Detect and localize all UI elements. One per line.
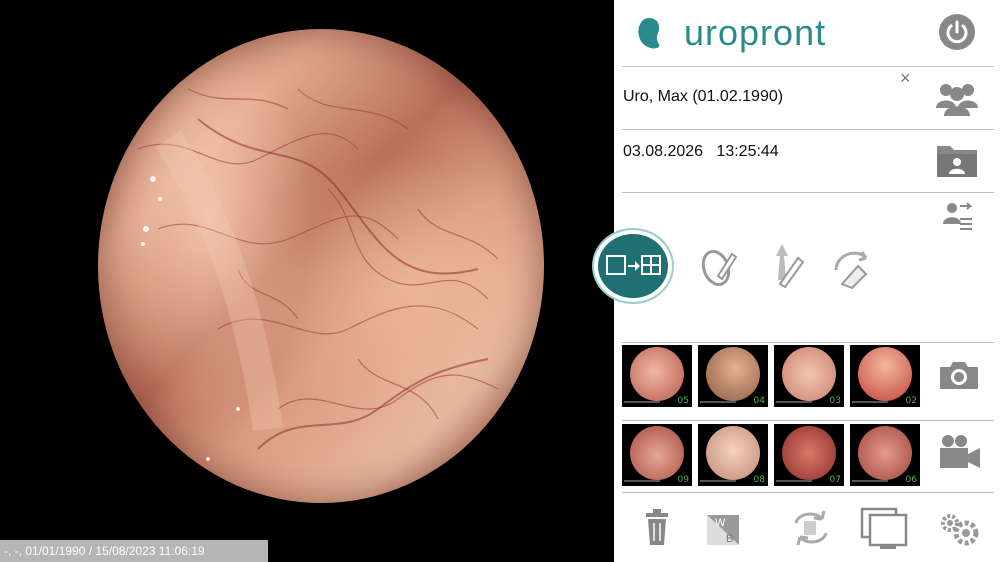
divider — [622, 66, 994, 67]
thumbnail-number: 07 — [829, 475, 841, 485]
layout-switch-button[interactable] — [594, 230, 672, 302]
layout-switch-icon — [606, 255, 661, 275]
close-patient-button[interactable]: × — [900, 68, 911, 89]
patient-folder-icon[interactable] — [934, 140, 980, 180]
image-thumbnail[interactable]: 05 — [622, 345, 692, 407]
divider — [622, 129, 994, 130]
thumbnail-number: 08 — [753, 475, 765, 485]
video-camera-icon[interactable] — [936, 432, 982, 472]
divider — [622, 342, 994, 343]
thumbnail-number: 09 — [677, 475, 689, 485]
white-balance-b: B — [726, 533, 733, 545]
thumbnail-number: 03 — [829, 396, 841, 406]
image-thumbnail[interactable]: 03 — [774, 345, 844, 407]
annotate-icon[interactable] — [694, 240, 744, 290]
divider — [622, 492, 994, 493]
trash-icon[interactable] — [644, 505, 670, 551]
camera-icon[interactable] — [936, 355, 982, 395]
white-balance-button[interactable]: W B — [706, 505, 740, 551]
settings-icon[interactable] — [936, 505, 982, 551]
video-thumbnail[interactable]: 08 — [698, 424, 768, 486]
thumbnail-number: 05 — [677, 396, 689, 406]
thumbnail-number: 06 — [905, 475, 917, 485]
divider — [622, 420, 994, 421]
user-transfer-icon[interactable] — [942, 200, 974, 234]
vessel-pattern — [137, 88, 499, 461]
image-thumbnail[interactable]: 02 — [850, 345, 920, 407]
recording-status-bar: -, -, 01/01/1990 / 15/08/2023 11:06:19 — [0, 540, 268, 562]
video-thumbnail[interactable]: 09 — [622, 424, 692, 486]
arrow-pencil-icon[interactable] — [762, 240, 812, 290]
eraser-icon[interactable] — [828, 240, 878, 290]
divider — [622, 192, 994, 193]
white-balance-w: W — [715, 517, 726, 529]
power-icon[interactable] — [939, 14, 975, 50]
screens-icon[interactable] — [860, 505, 910, 551]
video-thumbnail-row: 09 08 07 06 — [622, 424, 922, 486]
endoscope-image — [98, 29, 544, 503]
image-thumbnail-row: 05 04 03 02 — [622, 345, 922, 407]
kidney-logo-icon — [638, 18, 660, 49]
logo-text: uropront — [684, 12, 827, 53]
app-window: -, -, 01/01/1990 / 15/08/2023 11:06:19 u… — [0, 0, 1000, 562]
thumbnail-number: 02 — [905, 396, 917, 406]
video-thumbnail[interactable]: 06 — [850, 424, 920, 486]
swap-icon[interactable] — [788, 505, 834, 551]
live-video-view[interactable]: -, -, 01/01/1990 / 15/08/2023 11:06:19 — [0, 0, 614, 562]
patients-icon[interactable] — [934, 78, 980, 118]
patient-name: Uro, Max (01.02.1990) — [623, 88, 784, 105]
session-datetime: 03.08.2026 13:25:44 — [623, 143, 779, 161]
thumbnail-number: 04 — [753, 396, 765, 406]
control-panel: uropront × Uro, Max (01.02.1990) 03.08.2… — [594, 0, 1000, 562]
header: uropront — [614, 0, 1000, 66]
session-date: 03.08.2026 — [623, 143, 704, 160]
video-thumbnail[interactable]: 07 — [774, 424, 844, 486]
white-balance-icon: W B — [707, 515, 739, 545]
session-time: 13:25:44 — [716, 143, 779, 160]
image-thumbnail[interactable]: 04 — [698, 345, 768, 407]
